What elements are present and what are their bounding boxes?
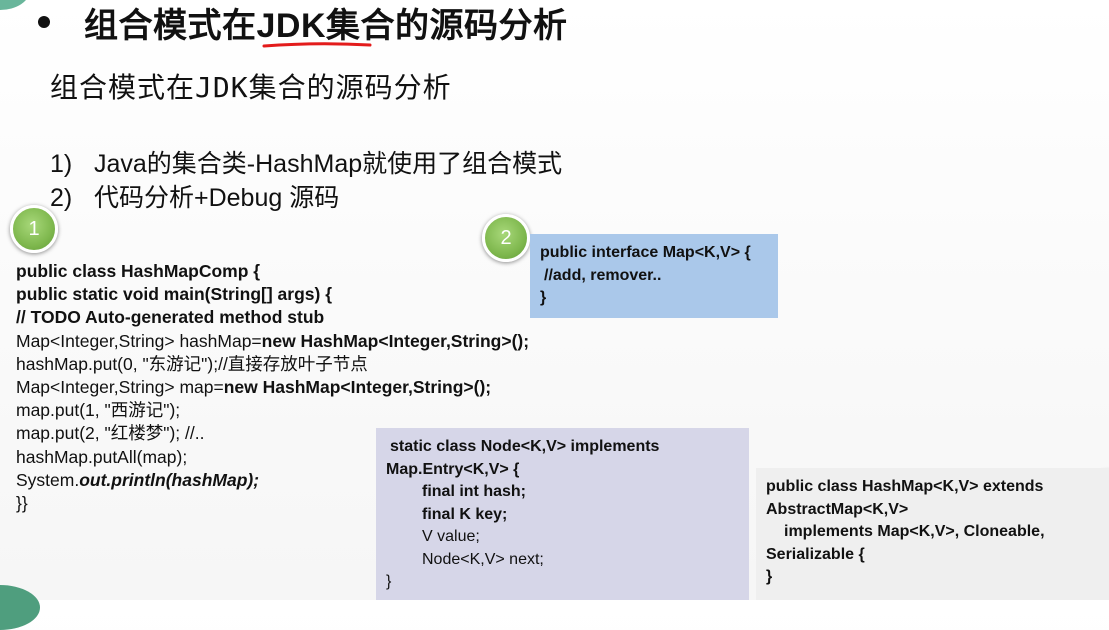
code-token: new HashMap<Integer,String>();	[261, 330, 530, 351]
code-token: System.	[16, 469, 80, 490]
code-line: public interface Map<K,V> {	[540, 244, 751, 261]
code-line: Map.Entry<K,V> {	[386, 460, 520, 478]
code-line: public class HashMapComp {	[16, 261, 261, 281]
subtitle: 组合模式在JDK集合的源码分析	[50, 71, 452, 104]
code-line: V value;	[422, 528, 480, 545]
list-item-number: 1)	[50, 150, 73, 178]
step-marker-2: 2	[482, 214, 530, 262]
code-line: final K key;	[422, 505, 508, 523]
code-line: map.put(1, "西游记");	[16, 400, 181, 421]
code-line: implements Map<K,V>, Cloneable,	[784, 523, 1045, 540]
code-line: Map<Integer,String> hashMap=new HashMap<…	[16, 330, 529, 353]
code-line: public static void main(String[] args) {	[16, 284, 333, 305]
code-line: Map<Integer,String> map=new HashMap<Inte…	[16, 376, 529, 399]
code-line: Node<K,V> next;	[422, 550, 544, 568]
code-token: out.println(hashMap);	[79, 469, 260, 490]
corner-decoration	[0, 585, 40, 630]
code-line: hashMap.put(0, "东游记");//直接存放叶子节点	[16, 353, 368, 374]
code-line: }	[386, 573, 392, 590]
code-line: }	[540, 289, 547, 306]
code-box-map-interface: public interface Map<K,V> { //add, remov…	[530, 234, 778, 318]
title-row: 组合模式在JDK集合的源码分析	[38, 0, 568, 46]
code-token: new HashMap<Integer,String>();	[223, 377, 492, 398]
list-item: 1) Java的集合类-HashMap就使用了组合模式	[50, 144, 562, 180]
code-line: //add, remover..	[544, 266, 662, 284]
bullet-icon	[38, 16, 50, 28]
code-box-hashmap-class: public class HashMap<K,V> extends Abstra…	[756, 468, 1109, 600]
corner-decoration	[0, 0, 30, 10]
code-line: }	[766, 568, 773, 585]
red-underline-mark	[262, 42, 372, 48]
code-line: // TODO Auto-generated method stub	[16, 307, 325, 328]
page-title: 组合模式在JDK集合的源码分析	[84, 6, 568, 45]
list-item-text: Java的集合类-HashMap就使用了组合模式	[94, 150, 563, 178]
code-line: final int hash;	[422, 483, 526, 500]
code-line: static class Node<K,V> implements	[390, 438, 660, 455]
code-token: Map<Integer,String> map=	[16, 377, 224, 398]
list-item: 2) 代码分析+Debug 源码	[50, 178, 339, 214]
step-marker-1: 1	[10, 205, 58, 253]
code-token: Map<Integer,String> hashMap=	[16, 330, 262, 351]
code-line: AbstractMap<K,V>	[766, 500, 909, 518]
list-item-text: 代码分析+Debug 源码	[94, 184, 340, 212]
code-line: Serializable {	[766, 545, 865, 563]
code-line: public class HashMap<K,V> extends	[766, 478, 1044, 495]
list-item-number: 2)	[50, 184, 73, 212]
code-box-node-class: static class Node<K,V> implements Map.En…	[376, 428, 749, 600]
